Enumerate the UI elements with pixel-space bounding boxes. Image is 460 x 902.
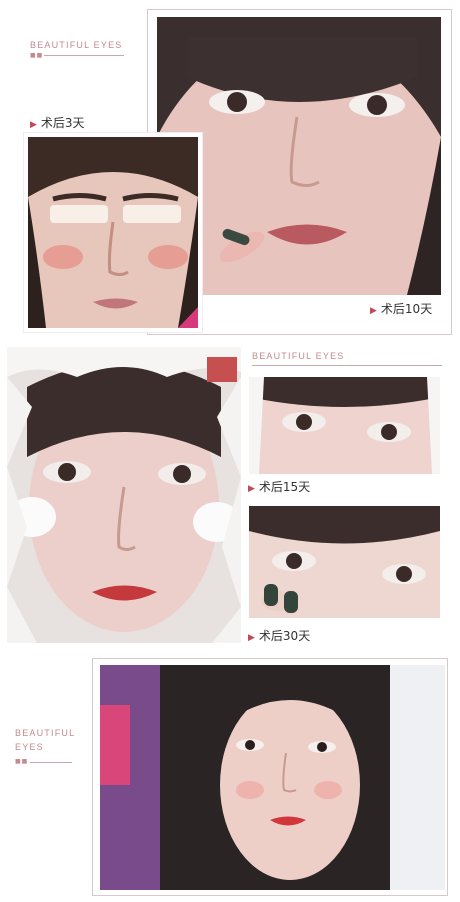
brand-title-3a: BEAUTIFUL [15,728,76,738]
brand-title-1: BEAUTIFUL EYES [30,40,123,50]
caption-day3-text: 术后3天 [40,116,85,130]
caption-day10: ▶ 术后10天 [370,300,432,317]
photo-day30 [249,506,440,618]
caption-day3: ▶ 术后3天 [30,114,85,131]
brand-title-2: BEAUTIFUL EYES [252,351,345,361]
triangle-marker-icon: ▶ [248,633,255,643]
brand-dots-3: ■■ [15,758,29,765]
brand-line-3 [30,762,72,763]
photo-day15 [249,377,440,474]
caption-day15-text: 术后15天 [258,480,311,494]
photo-selfie-filter [7,347,241,643]
photo-final [100,665,445,890]
triangle-marker-icon: ▶ [370,306,377,316]
caption-day10-text: 术后10天 [380,302,433,316]
triangle-marker-icon: ▶ [248,484,255,494]
triangle-marker-icon: ▶ [30,120,37,130]
brand-line-1 [44,55,124,56]
caption-day30-text: 术后30天 [258,629,311,643]
photo-day3 [24,133,202,332]
caption-day15: ▶ 术后15天 [248,478,310,495]
brand-title-3b: EYES [15,742,44,752]
brand-line-2 [252,365,442,366]
caption-day30: ▶ 术后30天 [248,627,310,644]
brand-dots-1: ■■ [30,52,44,59]
